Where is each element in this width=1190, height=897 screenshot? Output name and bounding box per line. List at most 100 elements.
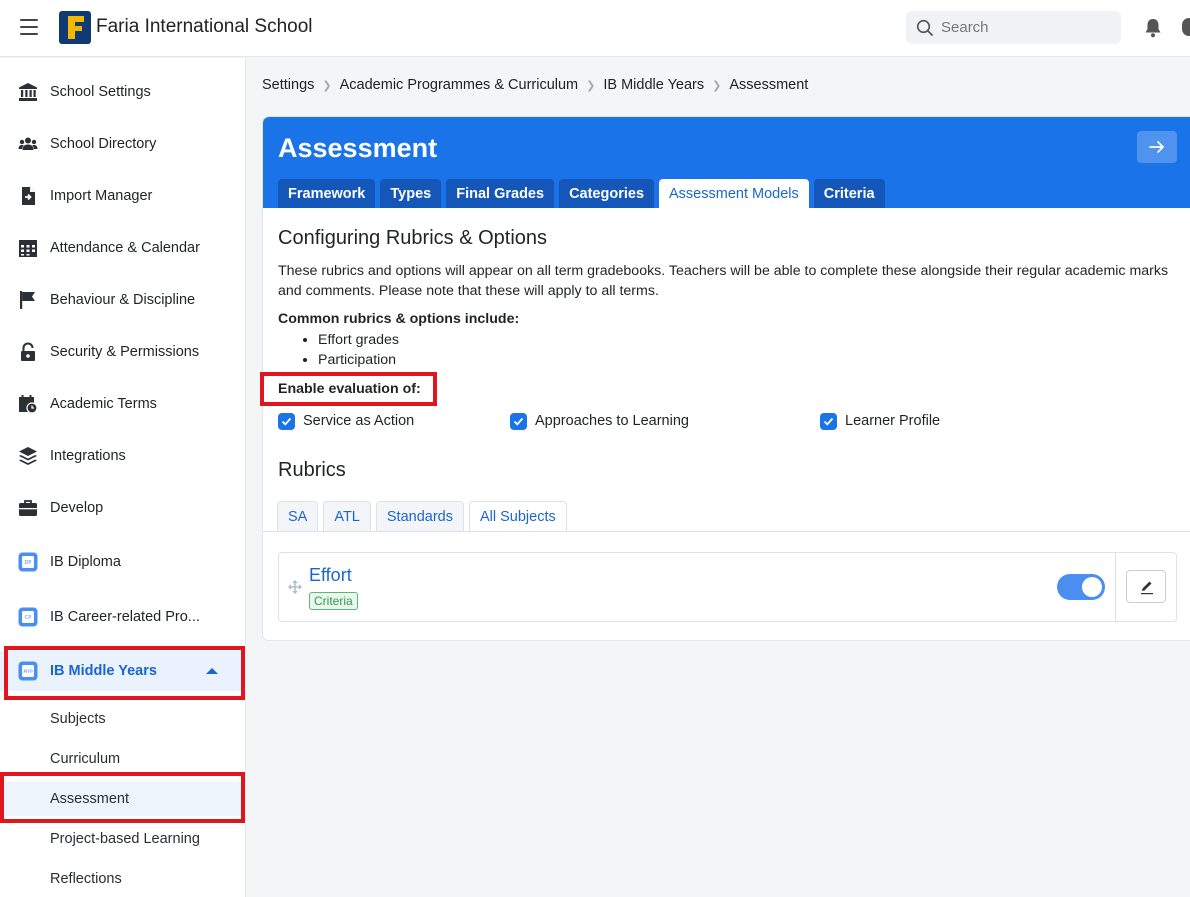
lock-icon	[21, 342, 35, 361]
breadcrumb-settings[interactable]: Settings	[262, 77, 314, 93]
checkmark-icon	[281, 417, 292, 426]
edit-rubric-button[interactable]	[1126, 570, 1166, 603]
tab-types[interactable]: Types	[380, 179, 442, 208]
divider	[1115, 553, 1116, 621]
tab-assessment-models[interactable]: Assessment Models	[659, 179, 809, 208]
briefcase-icon	[19, 500, 37, 516]
sidebar-subitem-label: Project-based Learning	[50, 831, 200, 847]
sidebar-item-label: IB Career-related Pro...	[50, 609, 200, 625]
divider	[263, 531, 1190, 532]
sidebar-item-label: Develop	[50, 500, 104, 516]
sidebar-subitem-label: Curriculum	[50, 751, 121, 767]
svg-text:CP: CP	[25, 615, 32, 621]
sidebar-item-label: Academic Terms	[50, 396, 157, 412]
tab-standards[interactable]: Standards	[375, 501, 464, 532]
next-arrow-button[interactable]	[1137, 131, 1177, 163]
checkbox-label: Learner Profile	[845, 413, 941, 429]
breadcrumb-ib-middle-years[interactable]: IB Middle Years	[603, 77, 704, 93]
list-item: Effort grades	[318, 330, 399, 350]
svg-text:DP: DP	[25, 560, 32, 566]
sidebar-subitem-subjects[interactable]: Subjects	[0, 702, 246, 736]
user-avatar[interactable]	[1182, 18, 1190, 36]
sidebar-item-school-settings[interactable]: School Settings	[0, 72, 246, 112]
checkbox-label: Service as Action	[303, 413, 415, 429]
bell-icon[interactable]	[1144, 18, 1162, 38]
sidebar-subitem-curriculum[interactable]: Curriculum	[0, 742, 246, 776]
sidebar-item-behaviour-discipline[interactable]: Behaviour & Discipline	[0, 280, 246, 320]
section-description: These rubrics and options will appear on…	[278, 263, 1169, 299]
checkbox-service-as-action[interactable]: Service as Action	[278, 412, 414, 430]
checkbox-label: Approaches to Learning	[535, 413, 689, 429]
sidebar-item-label: IB Diploma	[50, 554, 121, 570]
svg-text:MYP: MYP	[23, 669, 33, 675]
calendar-clock-icon	[19, 395, 38, 414]
sidebar-item-label: Integrations	[50, 448, 126, 464]
tab-criteria[interactable]: Criteria	[813, 179, 885, 208]
tab-final-grades[interactable]: Final Grades	[446, 179, 555, 208]
sidebar-subitem-assessment[interactable]: Assessment	[0, 782, 246, 816]
ib-myp-icon: MYP	[18, 661, 38, 681]
checkbox-approaches-to-learning[interactable]: Approaches to Learning	[510, 412, 689, 430]
rubric-row: Effort Criteria	[278, 552, 1177, 622]
sidebar-item-security-permissions[interactable]: Security & Permissions	[0, 332, 246, 372]
arrow-right-icon	[1149, 141, 1164, 153]
sidebar-item-import-manager[interactable]: Import Manager	[0, 176, 246, 216]
sidebar-item-label: Import Manager	[50, 188, 153, 204]
sidebar-subitem-label: Reflections	[50, 871, 122, 887]
top-bar: Faria International School	[0, 0, 1190, 57]
layers-icon	[19, 447, 37, 465]
hamburger-menu-icon[interactable]	[20, 19, 38, 37]
checkbox-checked[interactable]	[820, 412, 837, 430]
sidebar-item-attendance-calendar[interactable]: Attendance & Calendar	[0, 228, 246, 268]
search-box[interactable]	[906, 11, 1121, 44]
tab-categories[interactable]: Categories	[559, 179, 655, 208]
card-header: Assessment Framework Types Final Grades …	[263, 117, 1190, 208]
breadcrumb-academic-programmes[interactable]: Academic Programmes & Curriculum	[340, 77, 579, 93]
sidebar-item-school-directory[interactable]: School Directory	[0, 124, 246, 164]
sidebar-item-label: School Directory	[50, 136, 157, 152]
breadcrumb-assessment: Assessment	[729, 77, 809, 93]
search-icon	[916, 19, 933, 36]
drag-handle-icon[interactable]	[288, 580, 302, 594]
toggle-knob	[1082, 577, 1102, 597]
assessment-card: Assessment Framework Types Final Grades …	[262, 116, 1190, 641]
common-rubrics-list: Effort grades Participation	[318, 330, 399, 370]
checkmark-icon	[823, 417, 834, 426]
bank-icon	[19, 83, 37, 101]
people-icon	[18, 137, 38, 150]
school-name: Faria International School	[96, 16, 313, 37]
file-import-icon	[22, 187, 35, 205]
section-title: Configuring Rubrics & Options	[278, 227, 548, 249]
ib-dp-icon: DP	[18, 552, 38, 572]
sidebar-item-label: IB Middle Years	[50, 663, 157, 679]
common-rubrics-title: Common rubrics & options include:	[278, 311, 520, 327]
sidebar-item-develop[interactable]: Develop	[0, 488, 246, 528]
tab-all-subjects[interactable]: All Subjects	[468, 501, 567, 532]
sidebar-subitem-project-based-learning[interactable]: Project-based Learning	[0, 822, 246, 856]
tab-framework[interactable]: Framework	[278, 179, 376, 208]
sidebar-item-ib-middle-years[interactable]: MYP IB Middle Years	[0, 651, 246, 691]
school-logo[interactable]	[59, 11, 91, 44]
pencil-icon	[1141, 581, 1153, 595]
search-input[interactable]	[941, 11, 1111, 44]
rubric-type-badge: Criteria	[309, 592, 358, 610]
assessment-tabs: Framework Types Final Grades Categories …	[278, 179, 890, 208]
sidebar-subitem-reflections[interactable]: Reflections	[0, 862, 246, 896]
tab-atl[interactable]: ATL	[323, 501, 371, 532]
sidebar-item-integrations[interactable]: Integrations	[0, 436, 246, 476]
checkbox-learner-profile[interactable]: Learner Profile	[820, 412, 940, 430]
rubric-name-link[interactable]: Effort	[309, 565, 352, 586]
sidebar-item-academic-terms[interactable]: Academic Terms	[0, 384, 246, 424]
chevron-right-icon: ❯	[712, 79, 722, 92]
sidebar-item-label: Attendance & Calendar	[50, 240, 200, 256]
sidebar-subitem-label: Subjects	[50, 711, 106, 727]
tab-sa[interactable]: SA	[277, 501, 319, 532]
sidebar-item-ib-diploma[interactable]: DP IB Diploma	[0, 542, 246, 582]
list-item: Participation	[318, 350, 399, 370]
sidebar-item-ib-career-related[interactable]: CP IB Career-related Pro...	[0, 597, 246, 637]
checkbox-checked[interactable]	[510, 412, 527, 430]
chevron-up-icon[interactable]	[206, 668, 218, 674]
checkbox-checked[interactable]	[278, 412, 295, 430]
rubric-enabled-toggle[interactable]	[1057, 574, 1105, 600]
sidebar-subitem-label: Assessment	[50, 791, 129, 807]
